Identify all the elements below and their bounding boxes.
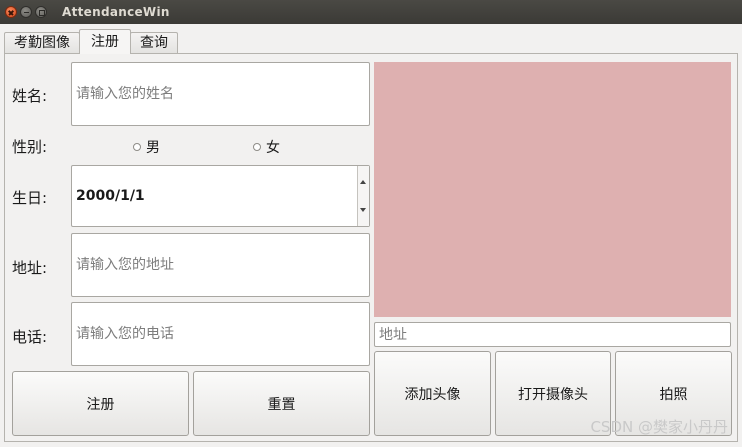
gender-radio-male[interactable]: 男 bbox=[133, 137, 160, 157]
photo-preview bbox=[374, 62, 731, 317]
minimize-icon[interactable] bbox=[20, 6, 32, 18]
name-input[interactable] bbox=[71, 62, 370, 126]
tab-attendance-image[interactable]: 考勤图像 bbox=[4, 32, 80, 54]
birthday-date-spinbox[interactable]: 2000/1/1 bbox=[71, 165, 370, 227]
title-bar: AttendanceWin bbox=[0, 0, 742, 24]
radio-circle-icon bbox=[133, 143, 141, 151]
photo-path-input[interactable] bbox=[374, 322, 731, 347]
close-icon[interactable] bbox=[5, 6, 17, 18]
spin-arrows[interactable] bbox=[357, 166, 369, 226]
gender-option-female: 女 bbox=[266, 140, 280, 156]
watermark-text: CSDN @樊家小丹丹 bbox=[590, 418, 728, 436]
address-label: 地址: bbox=[12, 259, 48, 277]
gender-option-male: 男 bbox=[146, 140, 160, 156]
phone-label: 电话: bbox=[12, 328, 48, 346]
reset-button[interactable]: 重置 bbox=[193, 371, 370, 436]
birthday-label: 生日: bbox=[12, 189, 48, 207]
address-input[interactable] bbox=[71, 233, 370, 297]
tab-query[interactable]: 查询 bbox=[130, 32, 178, 54]
birthday-value: 2000/1/1 bbox=[76, 188, 145, 204]
maximize-icon[interactable] bbox=[35, 6, 47, 18]
arrow-up-icon[interactable] bbox=[360, 180, 366, 184]
radio-circle-icon bbox=[253, 143, 261, 151]
phone-input[interactable] bbox=[71, 302, 370, 366]
arrow-down-icon[interactable] bbox=[360, 208, 366, 212]
name-label: 姓名: bbox=[12, 87, 48, 105]
window-title: AttendanceWin bbox=[62, 5, 170, 19]
tab-register[interactable]: 注册 bbox=[79, 29, 131, 54]
gender-label: 性别: bbox=[12, 138, 48, 156]
window-controls bbox=[5, 6, 50, 18]
register-button[interactable]: 注册 bbox=[12, 371, 189, 436]
tab-bar: 考勤图像 注册 查询 bbox=[4, 29, 178, 54]
add-avatar-button[interactable]: 添加头像 bbox=[374, 351, 491, 436]
gender-radio-female[interactable]: 女 bbox=[253, 137, 280, 157]
